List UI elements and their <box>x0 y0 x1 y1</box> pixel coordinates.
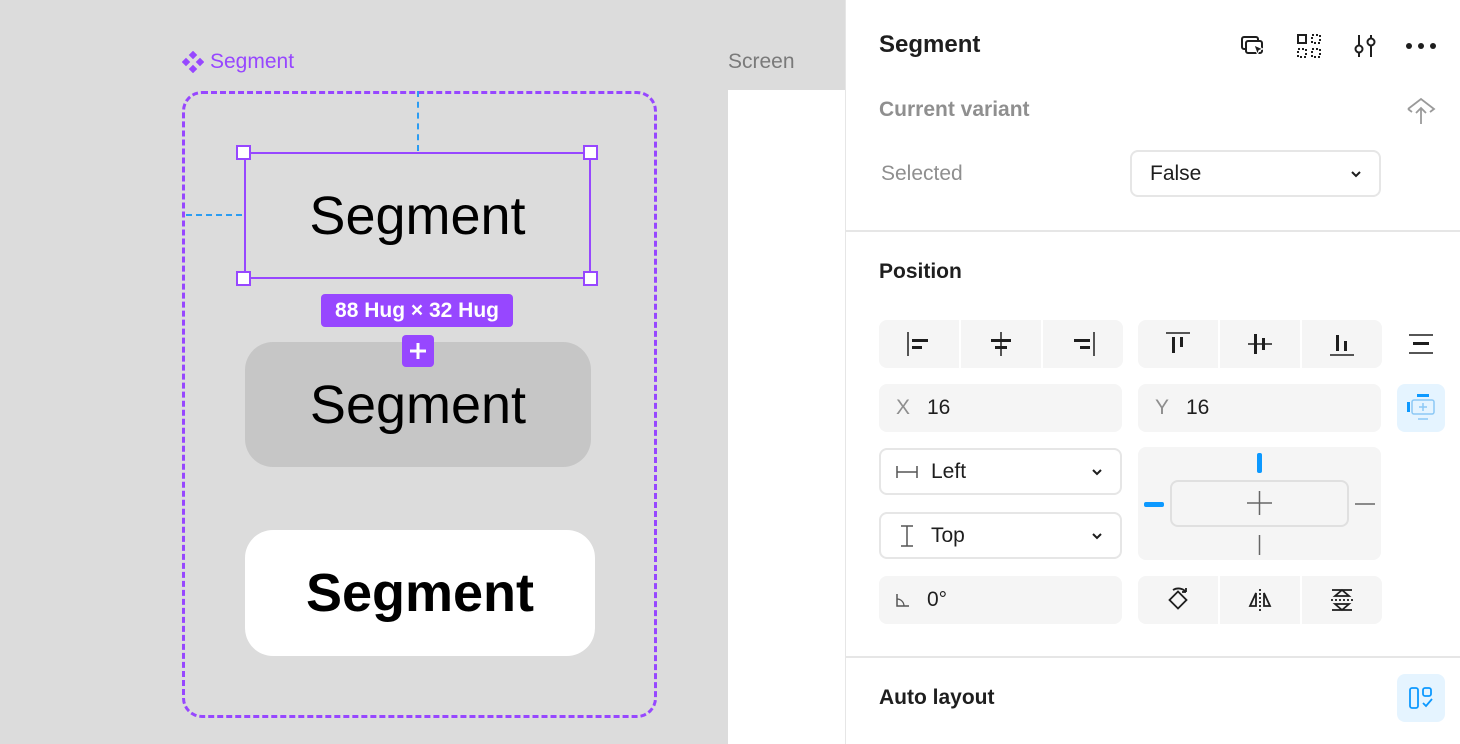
current-variant-label: Current variant <box>879 98 1030 121</box>
horizontal-constraint-value: Left <box>931 459 967 483</box>
distribute-button[interactable] <box>1397 320 1445 368</box>
x-label: X <box>895 396 910 419</box>
align-vertical-center-button[interactable] <box>1220 320 1300 368</box>
align-right-icon <box>1074 332 1095 356</box>
auto-layout-icon <box>1409 687 1433 709</box>
size-badge: 88 Hug × 32 Hug <box>321 294 513 327</box>
y-value[interactable]: 16 <box>1186 396 1209 420</box>
align-left-button[interactable] <box>879 320 959 368</box>
auto-layout-suggestion-button[interactable] <box>1397 674 1445 722</box>
screen-frame[interactable] <box>728 90 845 744</box>
align-top-icon <box>1166 332 1190 353</box>
rotation-field[interactable]: 0° <box>879 576 1122 624</box>
vertical-constraint-icon <box>899 524 915 548</box>
component-set-name: Segment <box>210 50 295 73</box>
chevron-down-icon <box>1090 531 1104 541</box>
align-vertical-center-icon <box>1248 334 1272 354</box>
x-position-field[interactable]: X 16 <box>879 384 1122 432</box>
adjust-button[interactable] <box>1349 30 1381 62</box>
constraint-widget <box>1138 447 1381 560</box>
align-horizontal-center-button[interactable] <box>961 320 1041 368</box>
rotation-value[interactable]: 0° <box>927 588 947 612</box>
flip-vertical-icon <box>1331 588 1353 612</box>
plus-icon <box>410 343 426 359</box>
x-value[interactable]: 16 <box>927 396 950 420</box>
more-icon <box>1406 43 1436 49</box>
flip-horizontal-icon <box>1248 589 1272 611</box>
constraints-icon <box>1407 394 1435 420</box>
component-set-icon <box>182 51 204 73</box>
position-section-title: Position <box>879 260 962 283</box>
constraint-center-box[interactable] <box>1170 480 1349 527</box>
components-grid-icon <box>1297 34 1321 58</box>
add-variant-button[interactable] <box>402 335 434 367</box>
rotation-icon <box>879 591 927 609</box>
horizontal-align-group <box>879 320 1123 368</box>
align-top-button[interactable] <box>1138 320 1218 368</box>
padding-top-guide <box>417 91 419 151</box>
adjust-sliders-icon <box>1354 35 1376 57</box>
constraints-toggle-button[interactable] <box>1397 384 1445 432</box>
flip-vertical-button[interactable] <box>1302 576 1382 624</box>
variant-property-value: False <box>1150 161 1202 185</box>
component-set-label[interactable]: Segment <box>182 50 294 74</box>
y-position-field[interactable]: Y 16 <box>1138 384 1381 432</box>
horizontal-constraint-icon <box>895 464 919 480</box>
chevron-down-icon <box>1349 169 1363 179</box>
resize-handle-top-right[interactable] <box>583 145 598 160</box>
panel-title: Segment <box>879 31 981 58</box>
flip-horizontal-button[interactable] <box>1220 576 1300 624</box>
transform-group <box>1138 576 1382 624</box>
distribute-vertical-icon <box>1409 334 1433 354</box>
align-left-icon <box>907 332 928 356</box>
chevron-down-icon <box>1090 467 1104 477</box>
align-bottom-icon <box>1330 335 1354 356</box>
rotate-icon <box>1168 587 1188 610</box>
resize-handle-bottom-left[interactable] <box>236 271 251 286</box>
variant-property-select[interactable]: False <box>1130 150 1381 197</box>
horizontal-constraint-select[interactable]: Left <box>879 448 1122 495</box>
y-label: Y <box>1154 396 1169 419</box>
section-divider <box>846 656 1460 658</box>
variant-property-label: Selected <box>881 162 963 185</box>
vertical-constraint-value: Top <box>931 523 965 547</box>
properties-panel: Segment Current variant Selected False P… <box>845 0 1460 744</box>
upload-icon <box>1407 97 1436 124</box>
align-bottom-button[interactable] <box>1302 320 1382 368</box>
select-matching-icon <box>1241 36 1265 56</box>
resize-handle-bottom-right[interactable] <box>583 271 598 286</box>
align-horizontal-center-icon <box>991 332 1011 356</box>
screen-frame-label[interactable]: Screen <box>728 50 795 74</box>
publish-variant-button[interactable] <box>1405 94 1437 126</box>
section-divider <box>846 230 1460 232</box>
canvas[interactable]: Segment Screen Segment Segment Segment 8… <box>0 0 845 744</box>
auto-layout-section-title: Auto layout <box>879 686 995 709</box>
rotate-90-button[interactable] <box>1138 576 1218 624</box>
resize-handle-top-left[interactable] <box>236 145 251 160</box>
padding-left-guide <box>186 214 242 216</box>
components-button[interactable] <box>1293 30 1325 62</box>
more-options-button[interactable] <box>1405 30 1437 62</box>
select-matching-button[interactable] <box>1237 30 1269 62</box>
vertical-constraint-select[interactable]: Top <box>879 512 1122 559</box>
align-right-button[interactable] <box>1043 320 1123 368</box>
vertical-align-group <box>1138 320 1382 368</box>
segment-variant-selected[interactable]: Segment <box>245 530 595 656</box>
segment-variant-default[interactable]: Segment <box>244 152 591 279</box>
